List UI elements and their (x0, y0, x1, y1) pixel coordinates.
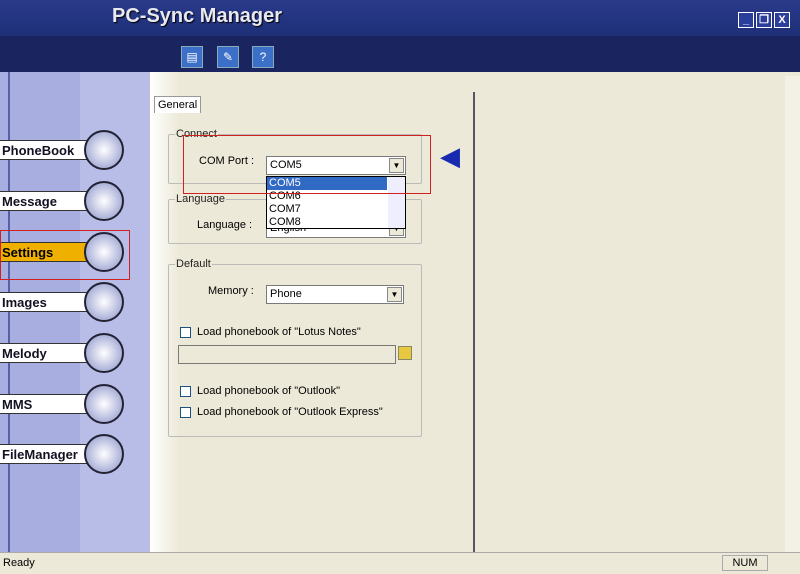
sidebar-item-mms[interactable]: MMS (0, 384, 124, 424)
memory-label: Memory : (208, 285, 254, 297)
app-title: PC-Sync Manager (112, 5, 283, 27)
sidebar-item-message[interactable]: Message (0, 181, 124, 221)
help-icon[interactable]: ? (252, 46, 274, 68)
envelope-icon (84, 181, 124, 221)
sidebar: PhoneBook Message Settings Images Melody… (0, 72, 150, 552)
annotation-box (183, 135, 431, 194)
sidebar-item-melody[interactable]: Melody (0, 333, 124, 373)
balloon-icon (84, 384, 124, 424)
arrow-left-icon: ◀ (440, 141, 460, 171)
close-button[interactable]: X (774, 12, 790, 28)
sidebar-item-filemanager[interactable]: FileManager (0, 434, 124, 474)
document-icon[interactable]: ▤ (181, 46, 203, 68)
folder-icon[interactable] (398, 346, 412, 360)
restore-button[interactable]: ❐ (756, 12, 772, 28)
edit-icon[interactable]: ✎ (217, 46, 239, 68)
vertical-scrollbar[interactable] (785, 76, 800, 552)
phone-icon (84, 130, 124, 170)
minimize-button[interactable]: _ (738, 12, 754, 28)
outlook-checkbox[interactable]: Load phonebook of "Outlook" (180, 385, 340, 397)
folder-icon (84, 434, 124, 474)
sidebar-item-images[interactable]: Images (0, 282, 124, 322)
option-com7[interactable]: COM7 (267, 203, 405, 216)
sidebar-item-phonebook[interactable]: PhoneBook (0, 130, 124, 170)
music-icon (84, 333, 124, 373)
outlook-express-checkbox[interactable]: Load phonebook of "Outlook Express" (180, 406, 383, 418)
images-icon (84, 282, 124, 322)
memory-select[interactable]: Phone ▼ (266, 285, 404, 304)
annotation-box (0, 230, 130, 280)
toolbar: ▤ ✎ ? (0, 36, 800, 72)
chevron-down-icon[interactable]: ▼ (387, 287, 402, 302)
language-label: Language : (197, 219, 253, 231)
title-bar: PC-Sync Manager _ ❐ X (0, 0, 800, 36)
num-lock-indicator: NUM (722, 555, 768, 571)
path-field[interactable] (178, 345, 396, 364)
tab-general[interactable]: General (154, 96, 202, 113)
status-bar: Ready NUM (0, 552, 800, 574)
option-com8[interactable]: COM8 (267, 216, 405, 229)
status-text: Ready (3, 557, 35, 569)
lotus-notes-checkbox[interactable]: Load phonebook of "Lotus Notes" (180, 326, 361, 338)
